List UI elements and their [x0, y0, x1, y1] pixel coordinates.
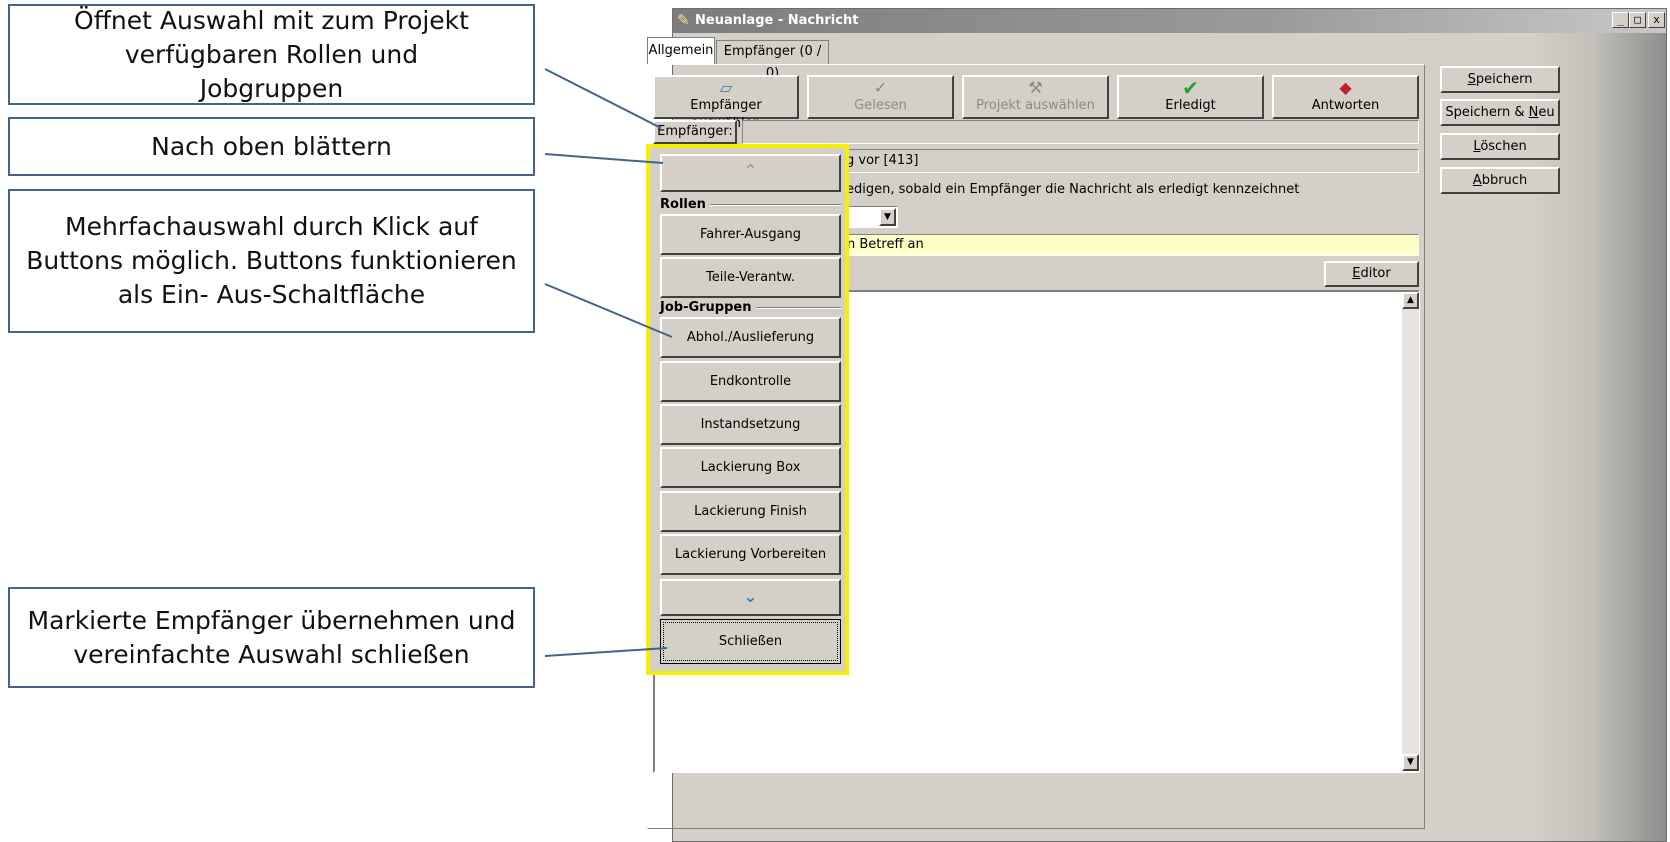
leader-line [544, 647, 668, 657]
leader-line [544, 68, 662, 129]
leader-line [544, 283, 673, 338]
leader-line [544, 153, 664, 164]
callout-leader-lines [544, 68, 673, 657]
